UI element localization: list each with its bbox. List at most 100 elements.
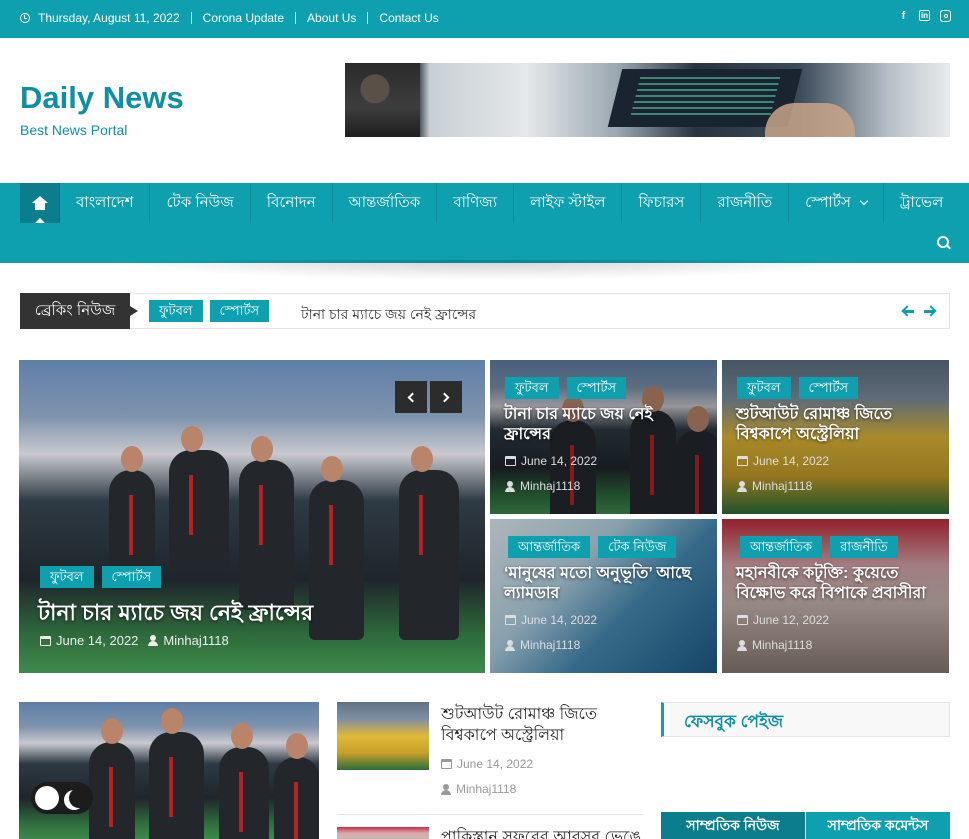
hero-date-text: June 14, 2022 xyxy=(56,633,139,648)
nav-item-features[interactable]: ফিচারস xyxy=(622,183,702,223)
hero-date: June 14, 2022 xyxy=(40,633,138,648)
breaking-news-label: ব্রেকিং নিউজ xyxy=(20,293,138,329)
card-date-text: June 14, 2022 xyxy=(521,454,598,468)
nav-item-travel[interactable]: ট্রাভেল xyxy=(884,183,959,223)
post-title[interactable]: পাকিস্তান সফরের আবসর ভেঙে xyxy=(441,824,641,839)
card-meta: June 14, 2022 Minhaj1118 xyxy=(505,613,597,652)
breaking-headline[interactable]: টানা চার ম্যাচে জয় নেই ফ্রান্সের xyxy=(301,303,476,327)
card-author[interactable]: Minhaj1118 xyxy=(505,638,597,652)
user-icon xyxy=(441,783,451,795)
card-author[interactable]: Minhaj1118 xyxy=(737,479,829,493)
card-title[interactable]: মহানবীকে কটূক্তি: কুয়েতে বিক্ষোভ করে বি… xyxy=(736,564,946,604)
post-thumbnail[interactable] xyxy=(337,702,429,770)
tab-recent-news[interactable]: সাম্প্রতিক নিউজ xyxy=(661,812,805,839)
widget-title: ফেসবুক পেইজ xyxy=(684,712,784,731)
card-author[interactable]: Minhaj1118 xyxy=(737,638,829,652)
nav-item-tech-news[interactable]: টেক নিউজ xyxy=(150,183,251,223)
card-date: June 14, 2022 xyxy=(737,454,829,468)
nav-item-international[interactable]: আন্তর্জাতিক xyxy=(333,183,438,223)
nav-item-business[interactable]: বাণিজ্য xyxy=(437,183,515,223)
linkedin-icon[interactable]: in xyxy=(919,10,930,21)
divider xyxy=(190,12,192,24)
sidebar-tabs: সাম্প্রতিক নিউজ সাম্প্রতিক কমেন্টস xyxy=(661,812,950,839)
post-author[interactable]: Minhaj1118 xyxy=(441,782,533,796)
corona-update-link[interactable]: Corona Update xyxy=(203,11,284,25)
about-us-link[interactable]: About Us xyxy=(307,11,356,25)
nav-item-bangladesh[interactable]: বাংলাদেশ xyxy=(60,183,151,223)
tag-international[interactable]: আন্তর্জাতিক xyxy=(740,536,823,558)
card-title[interactable]: টানা চার ম্যাচে জয় নেই ফ্রান্সের xyxy=(504,405,704,445)
tag-international[interactable]: আন্তর্জাতিক xyxy=(508,536,591,558)
dark-mode-toggle[interactable] xyxy=(31,782,93,814)
top-bar: Thursday, August 11, 2022 Corona Update … xyxy=(0,0,969,38)
home-icon xyxy=(31,196,48,210)
calendar-icon xyxy=(505,615,516,625)
player-figure xyxy=(149,708,204,839)
calendar-icon xyxy=(737,615,748,625)
banner-person-image xyxy=(345,63,420,137)
banner-code-lines xyxy=(629,77,781,119)
tag-football[interactable]: ফুটবল xyxy=(149,300,203,322)
post-thumbnail[interactable] xyxy=(337,827,429,839)
tag-tech-news[interactable]: টেক নিউজ xyxy=(598,536,677,558)
arrow-left-icon[interactable] xyxy=(903,305,915,317)
facebook-icon[interactable]: f xyxy=(898,10,909,22)
hero-author[interactable]: Minhaj1118 xyxy=(148,633,229,648)
clock-icon xyxy=(20,13,30,23)
header-banner-image[interactable] xyxy=(345,63,950,137)
card-meta: June 12, 2022 Minhaj1118 xyxy=(737,613,829,652)
news-card[interactable]: ফুটবল স্পোর্টস টানা চার ম্যাচে জয় নেই ফ… xyxy=(490,360,717,514)
user-icon xyxy=(148,635,159,646)
card-title[interactable]: শুটআউট রোমাঞ্চ জিতে বিশ্বকাপে অস্ট্রেলিয… xyxy=(736,405,936,445)
news-card[interactable]: ফুটবল স্পোর্টস শুটআউট রোমাঞ্চ জিতে বিশ্ব… xyxy=(722,360,949,514)
nav-items: বাংলাদেশ টেক নিউজ বিনোদন আন্তর্জাতিক বাণ… xyxy=(20,183,959,223)
nav-item-politics[interactable]: রাজনীতি xyxy=(701,183,790,223)
card-author-text: Minhaj1118 xyxy=(520,479,581,493)
player-figure xyxy=(239,436,294,610)
player-figure xyxy=(89,718,135,839)
banner-hand xyxy=(765,103,855,137)
breaking-news-bar: ব্রেকিং নিউজ ফুটবল স্পোর্টস টানা চার ম্য… xyxy=(20,293,950,329)
tag-sports[interactable]: স্পোর্টস xyxy=(101,566,162,588)
tag-politics[interactable]: রাজনীতি xyxy=(830,536,898,558)
tag-sports[interactable]: স্পোর্টস xyxy=(209,300,270,322)
card-title[interactable]: ‘মানুষের মতো অনুভূতি’ আছে ল্যামডার xyxy=(504,564,714,604)
site-title[interactable]: Daily News xyxy=(20,80,184,116)
tag-football[interactable]: ফুটবল xyxy=(737,377,791,399)
nav-shadow xyxy=(100,260,870,280)
tag-football[interactable]: ফুটবল xyxy=(505,377,559,399)
arrow-right-icon[interactable] xyxy=(923,305,935,317)
post-title[interactable]: শুটআউট রোমাঞ্চ জিতে বিশ্বকাপে অস্ট্রেলিয… xyxy=(441,704,641,746)
tab-recent-comments[interactable]: সাম্প্রতিক কমেন্টস xyxy=(805,812,950,839)
nav-item-sports[interactable]: স্পোর্টস xyxy=(789,183,884,223)
tag-sports[interactable]: স্পোর্টস xyxy=(566,377,627,399)
hero-title[interactable]: টানা চার ম্যাচে জয় নেই ফ্রান্সের xyxy=(38,596,468,633)
search-icon[interactable] xyxy=(937,236,951,250)
featured-post-image[interactable] xyxy=(19,702,319,839)
news-card[interactable]: আন্তর্জাতিক রাজনীতি মহানবীকে কটূক্তি: কু… xyxy=(722,519,949,673)
nav-item-entertainment[interactable]: বিনোদন xyxy=(251,183,333,223)
news-card[interactable]: আন্তর্জাতিক টেক নিউজ ‘মানুষের মতো অনুভূত… xyxy=(490,519,717,673)
slider-next-button[interactable] xyxy=(430,381,462,413)
card-date-text: June 14, 2022 xyxy=(521,613,598,627)
user-icon xyxy=(737,480,747,492)
breaking-tags: ফুটবল স্পোর্টস xyxy=(149,300,270,322)
calendar-icon xyxy=(441,759,452,769)
hero-slide[interactable]: ফুটবল স্পোর্টস টানা চার ম্যাচে জয় নেই ফ… xyxy=(19,360,485,673)
nav-home[interactable] xyxy=(20,183,60,223)
card-date-text: June 12, 2022 xyxy=(753,613,830,627)
divider xyxy=(295,12,297,24)
card-meta: June 14, 2022 Minhaj1118 xyxy=(737,454,829,493)
slider-prev-button[interactable] xyxy=(395,381,427,413)
nav-item-lifestyle[interactable]: লাইফ স্টাইল xyxy=(514,183,623,223)
card-author[interactable]: Minhaj1118 xyxy=(505,479,597,493)
card-author-text: Minhaj1118 xyxy=(752,638,813,652)
contact-us-link[interactable]: Contact Us xyxy=(379,11,438,25)
instagram-icon[interactable] xyxy=(940,10,951,22)
facebook-page-widget: ফেসবুক পেইজ xyxy=(661,702,950,737)
current-date: Thursday, August 11, 2022 xyxy=(38,11,180,25)
card-tags: আন্তর্জাতিক রাজনীতি xyxy=(740,536,898,558)
tag-football[interactable]: ফুটবল xyxy=(40,566,94,588)
tag-sports[interactable]: স্পোর্টস xyxy=(798,377,859,399)
moon-icon xyxy=(69,788,89,808)
